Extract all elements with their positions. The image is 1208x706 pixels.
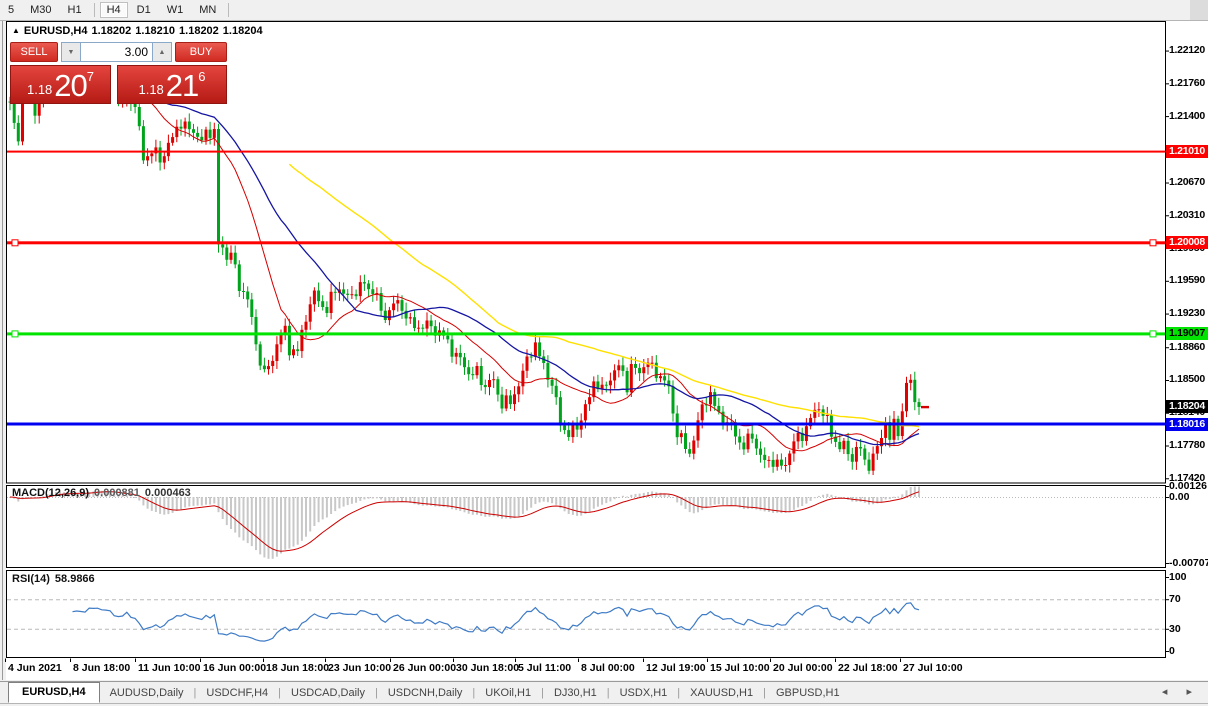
volume-input[interactable]: 3.00 [81, 42, 152, 62]
resistance-line-label-1: 1.21010 [1166, 145, 1208, 158]
price-tick-label: 1.22120 [1169, 44, 1205, 58]
chart-canvas [0, 0, 1208, 706]
buy-price-prefix: 1.18 [138, 79, 163, 101]
price-tick-label: 1.19230 [1169, 307, 1205, 321]
sell-price-prefix: 1.18 [27, 79, 52, 101]
mt4-terminal: 5M30H1H4D1W1MN ▲EURUSD,H41.182021.182101… [0, 0, 1208, 706]
sell-price-tile[interactable]: 1.18207 [10, 65, 111, 104]
macd-tick-label: -0.00707 [1169, 557, 1208, 569]
rsi-title: RSI(14) [12, 573, 50, 585]
sell-price-big: 20 [54, 70, 86, 101]
ma-line-68 [289, 164, 919, 427]
time-tick-label: 4 Jun 2021 [8, 662, 62, 674]
sell-button[interactable]: SELL [10, 42, 58, 62]
chart-symbol-label: EURUSD,H4 [24, 25, 88, 37]
price-tick-label: 1.18500 [1169, 373, 1205, 387]
chart-tab-xauusd-h1[interactable]: XAUUSD,H1 [680, 687, 763, 699]
ohlc-close: 1.18204 [223, 25, 263, 37]
rsi-tick-label: 70 [1169, 593, 1181, 605]
rsi-tick-label: 0 [1169, 645, 1175, 657]
macd-title: MACD(12,26,9) [12, 487, 89, 499]
chart-tab-usdx-h1[interactable]: USDX,H1 [610, 687, 678, 699]
rsi-value: 58.9866 [55, 573, 95, 585]
main-panel-border [7, 22, 1166, 658]
chart-tab-dj30-h1[interactable]: DJ30,H1 [544, 687, 607, 699]
time-tick-label: 15 Jul 10:00 [710, 662, 770, 674]
ohlc-open: 1.18202 [92, 25, 132, 37]
price-tick-label: 1.20310 [1169, 209, 1205, 223]
candles [9, 67, 921, 476]
chart-tab-bar: EURUSD,H4AUDUSD,Daily|USDCHF,H4|USDCAD,D… [0, 681, 1208, 703]
rsi-header: RSI(14) 58.9866 [12, 573, 100, 585]
ma-line-34 [148, 98, 919, 445]
chart-tab-eurusd-h4[interactable]: EURUSD,H4 [8, 682, 100, 703]
hline-resistance1[interactable] [7, 151, 1165, 153]
chart-tab-ukoil-h1[interactable]: UKOil,H1 [475, 687, 541, 699]
ma-line-16 [73, 84, 920, 451]
time-tick-label: 5 Jul 11:00 [518, 662, 571, 674]
time-tick-label: 16 Jun 00:00 [203, 662, 266, 674]
collapse-triangle-icon[interactable]: ▲ [12, 26, 20, 35]
macd-main-value: 0.000881 [94, 487, 140, 499]
rsi-tick-label: 30 [1169, 623, 1181, 635]
price-tick-label: 1.20670 [1169, 176, 1205, 190]
buy-button[interactable]: BUY [175, 42, 227, 62]
price-tick-label: 1.18860 [1169, 341, 1205, 355]
hline-support_green[interactable] [7, 331, 1165, 337]
chart-tab-gbpusd-h1[interactable]: GBPUSD,H1 [766, 687, 850, 699]
resistance-line-label-2: 1.20008 [1166, 236, 1208, 249]
support-blue-line-label: 1.18016 [1166, 418, 1208, 431]
ohlc-high: 1.18210 [135, 25, 175, 37]
chart-tab-audusd-daily[interactable]: AUDUSD,Daily [100, 687, 194, 699]
time-tick-label: 18 Jun 18:00 [266, 662, 329, 674]
chart-tab-usdchf-h4[interactable]: USDCHF,H4 [196, 687, 278, 699]
time-tick-label: 26 Jun 00:00 [393, 662, 456, 674]
price-tick-label: 1.17780 [1169, 439, 1205, 453]
ohlc-low: 1.18202 [179, 25, 219, 37]
current-price-label: 1.18204 [1166, 400, 1208, 413]
time-tick-label: 20 Jul 00:00 [773, 662, 833, 674]
macd-signal-value: 0.000463 [145, 487, 191, 499]
hline-resistance2[interactable] [7, 240, 1165, 246]
price-tick-label: 1.21760 [1169, 77, 1205, 91]
price-tick-label: 1.21400 [1169, 110, 1205, 124]
buy-price-sup: 6 [198, 70, 205, 83]
support-green-line-label: 1.19007 [1166, 327, 1208, 340]
macd-header: MACD(12,26,9) 0.000881 0.000463 [12, 487, 196, 499]
sell-price-sup: 7 [87, 70, 94, 83]
time-tick-label: 12 Jul 19:00 [646, 662, 706, 674]
time-tick-label: 23 Jun 10:00 [328, 662, 391, 674]
time-tick-label: 8 Jul 00:00 [581, 662, 635, 674]
time-tick-label: 27 Jul 10:00 [903, 662, 963, 674]
chart-tab-usdcnh-daily[interactable]: USDCNH,Daily [378, 687, 473, 699]
time-tick-label: 30 Jun 18:00 [456, 662, 519, 674]
one-click-trading-widget: SELL ▼ 3.00 ▲ BUY 1.18207 1.18216 [10, 42, 227, 104]
buy-price-big: 21 [166, 70, 198, 101]
chart-tab-usdcad-daily[interactable]: USDCAD,Daily [281, 687, 375, 699]
time-tick-label: 22 Jul 18:00 [838, 662, 898, 674]
buy-price-tile[interactable]: 1.18216 [117, 65, 227, 104]
macd-tick-label: 0.00 [1169, 491, 1189, 503]
volume-decrease-icon[interactable]: ▼ [61, 42, 81, 62]
last-price-marker [921, 406, 929, 408]
rsi-levels [7, 600, 1165, 630]
volume-increase-icon[interactable]: ▲ [152, 42, 172, 62]
price-tick-label: 1.19590 [1169, 274, 1205, 288]
time-tick-label: 8 Jun 18:00 [73, 662, 130, 674]
tab-scroll-arrows[interactable]: ◂ ▸ [1162, 685, 1200, 698]
chart-title: ▲EURUSD,H41.182021.182101.182021.18204 [12, 25, 267, 37]
rsi-tick-label: 100 [1169, 571, 1187, 583]
volume-stepper: ▼ 3.00 ▲ [61, 42, 172, 62]
time-tick-label: 11 Jun 10:00 [138, 662, 200, 674]
hline-support_blue[interactable] [7, 423, 1165, 426]
rsi-line [73, 603, 920, 641]
